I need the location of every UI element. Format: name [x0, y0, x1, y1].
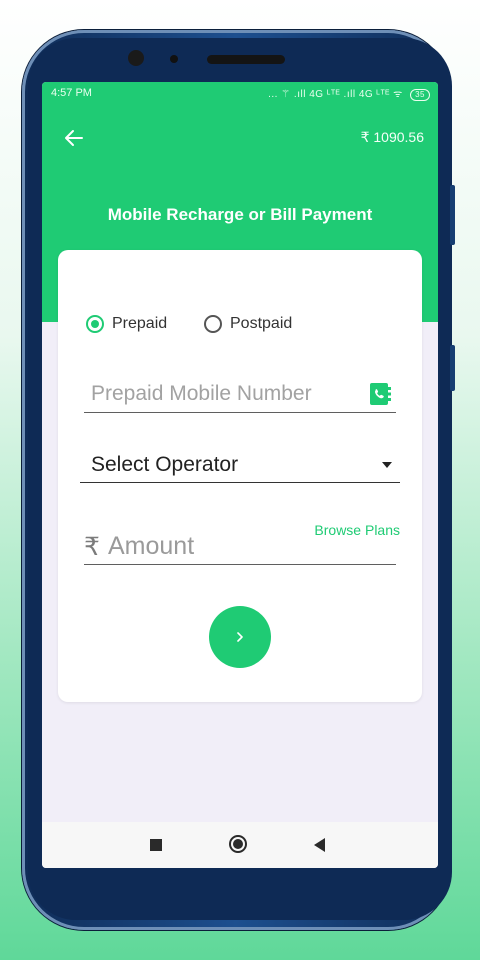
phone-speaker — [207, 55, 285, 64]
front-camera-icon — [128, 50, 144, 66]
amount-input[interactable] — [106, 530, 350, 562]
contact-book-icon[interactable] — [368, 382, 392, 406]
sensor-icon — [170, 55, 178, 63]
recharge-form-card: Prepaid Postpaid Select Operator Browse … — [58, 250, 422, 702]
app-screen: 4:57 PM ... ⚚ .ıll 4G ᴸᵀᴱ .ıll 4G ᴸᵀᴱ ᯤ … — [42, 82, 438, 868]
wifi-icon: ᯤ — [393, 89, 403, 100]
arrow-left-icon — [65, 130, 83, 146]
radio-unchecked-icon — [204, 315, 222, 333]
phone-volume-button — [450, 185, 455, 245]
back-button[interactable] — [62, 126, 86, 150]
battery-icon: 35 — [410, 89, 430, 101]
system-nav-bar — [42, 822, 438, 868]
back-triangle-icon[interactable] — [314, 838, 325, 852]
wallet-balance: ₹ 1090.56 — [360, 129, 424, 145]
network-indicator: ... ⚚ .ıll 4G ᴸᵀᴱ .ıll 4G ᴸᵀᴱ — [268, 89, 390, 100]
phone-power-button — [450, 345, 455, 391]
operator-select[interactable]: Select Operator — [80, 450, 400, 483]
radio-postpaid-label: Postpaid — [230, 315, 293, 332]
radio-checked-icon — [86, 315, 104, 333]
status-time: 4:57 PM — [51, 87, 92, 99]
status-network-icons: ... ⚚ .ıll 4G ᴸᵀᴱ .ıll 4G ᴸᵀᴱ ᯤ 35 — [268, 86, 430, 101]
rupee-icon: ₹ — [84, 533, 100, 561]
radio-prepaid-label: Prepaid — [112, 315, 168, 332]
chevron-right-icon — [237, 632, 243, 642]
radio-postpaid[interactable]: Postpaid — [204, 313, 292, 335]
operator-select-value: Select Operator — [91, 453, 239, 476]
amount-field: ₹ — [84, 528, 396, 565]
mobile-number-input[interactable] — [84, 380, 351, 408]
proceed-button[interactable] — [209, 606, 271, 668]
home-circle-icon[interactable] — [229, 835, 247, 853]
mobile-number-field — [84, 380, 396, 413]
dropdown-arrow-icon — [382, 462, 392, 468]
page-title: Mobile Recharge or Bill Payment — [107, 205, 373, 224]
status-bar: 4:57 PM ... ⚚ .ıll 4G ᴸᵀᴱ .ıll 4G ᴸᵀᴱ ᯤ … — [42, 82, 438, 106]
recents-square-icon[interactable] — [150, 839, 162, 851]
radio-prepaid[interactable]: Prepaid — [86, 313, 167, 335]
